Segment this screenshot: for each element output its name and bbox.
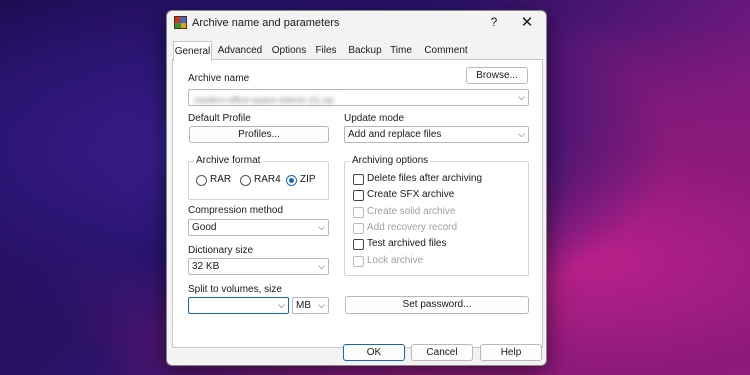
checkbox-test-files[interactable] <box>353 239 364 250</box>
split-unit-select[interactable]: MB ⌵ <box>292 297 329 314</box>
dictionary-size-select[interactable]: 32 KB ⌵ <box>188 258 329 275</box>
archive-name-field[interactable]: modern-office-space-interior (1).zip ⌵ <box>188 89 529 106</box>
dictionary-size-value: 32 KB <box>192 261 220 272</box>
checkbox-solid-archive-label: Create solid archive <box>367 206 456 217</box>
default-profile-label: Default Profile <box>188 113 251 124</box>
checkbox-solid-archive <box>353 207 364 218</box>
chevron-down-icon: ⌵ <box>318 300 325 310</box>
split-volumes-input[interactable]: ⌵ <box>188 297 289 314</box>
compression-method-value: Good <box>192 222 217 233</box>
tab-files[interactable]: Files <box>312 43 340 60</box>
chevron-down-icon: ⌵ <box>278 300 285 310</box>
archive-format-title: Archive format <box>194 155 263 166</box>
ok-button[interactable]: OK <box>343 344 405 361</box>
split-volumes-label: Split to volumes, size <box>188 284 282 295</box>
update-mode-select[interactable]: Add and replace files ⌵ <box>344 126 529 143</box>
archive-name-value: modern-office-space-interior (1).zip <box>194 95 334 105</box>
checkbox-create-sfx-label: Create SFX archive <box>367 189 455 200</box>
archive-dialog: Archive name and parameters ? ✕ General … <box>166 10 547 366</box>
checkbox-lock-archive-label: Lock archive <box>367 255 424 266</box>
dictionary-size-label: Dictionary size <box>188 245 254 256</box>
archive-format-group: Archive format RAR RAR4 ZIP <box>188 155 329 200</box>
tab-general[interactable]: General <box>173 41 212 61</box>
compression-method-label: Compression method <box>188 205 284 216</box>
profiles-button[interactable]: Profiles... <box>189 126 329 143</box>
chevron-down-icon: ⌵ <box>318 222 325 232</box>
archive-name-label: Archive name <box>188 73 250 84</box>
title-bar[interactable]: Archive name and parameters ? ✕ <box>167 11 546 37</box>
cancel-button[interactable]: Cancel <box>411 344 473 361</box>
checkbox-test-files-label: Test archived files <box>367 238 447 249</box>
checkbox-recovery-record-label: Add recovery record <box>367 222 458 233</box>
update-mode-value: Add and replace files <box>348 129 442 140</box>
checkbox-recovery-record <box>353 223 364 234</box>
chevron-down-icon: ⌵ <box>518 92 525 102</box>
archiving-options-title: Archiving options <box>350 155 431 166</box>
checkbox-create-sfx[interactable] <box>353 190 364 201</box>
general-panel: Archive name Browse... modern-office-spa… <box>172 59 543 348</box>
split-unit-value: MB <box>296 300 311 311</box>
checkbox-delete-files[interactable] <box>353 174 364 185</box>
radio-rar-label: RAR <box>210 174 232 185</box>
compression-method-select[interactable]: Good ⌵ <box>188 219 329 236</box>
radio-rar4-label: RAR4 <box>254 174 281 185</box>
radio-rar[interactable] <box>196 175 207 186</box>
update-mode-label: Update mode <box>344 113 405 124</box>
tab-backup[interactable]: Backup <box>347 43 383 60</box>
tab-time[interactable]: Time <box>386 43 416 60</box>
radio-rar4[interactable] <box>240 175 251 186</box>
checkbox-delete-files-label: Delete files after archiving <box>367 173 483 184</box>
radio-zip[interactable] <box>286 175 297 186</box>
winrar-app-icon <box>174 16 187 29</box>
tab-options[interactable]: Options <box>269 43 309 60</box>
set-password-button[interactable]: Set password... <box>345 296 529 314</box>
tab-bar: General Advanced Options Files Backup Ti… <box>173 41 545 61</box>
tab-comment[interactable]: Comment <box>423 43 469 60</box>
checkbox-lock-archive <box>353 256 364 267</box>
chevron-down-icon: ⌵ <box>318 261 325 271</box>
chevron-down-icon: ⌵ <box>518 129 525 139</box>
help-icon[interactable]: ? <box>487 15 501 29</box>
tab-advanced[interactable]: Advanced <box>215 43 265 60</box>
close-icon[interactable]: ✕ <box>519 13 535 31</box>
archiving-options-group: Archiving options Delete files after arc… <box>344 155 529 276</box>
dialog-title: Archive name and parameters <box>192 17 340 29</box>
browse-button[interactable]: Browse... <box>466 67 528 84</box>
radio-zip-label: ZIP <box>300 174 316 185</box>
help-button[interactable]: Help <box>480 344 542 361</box>
